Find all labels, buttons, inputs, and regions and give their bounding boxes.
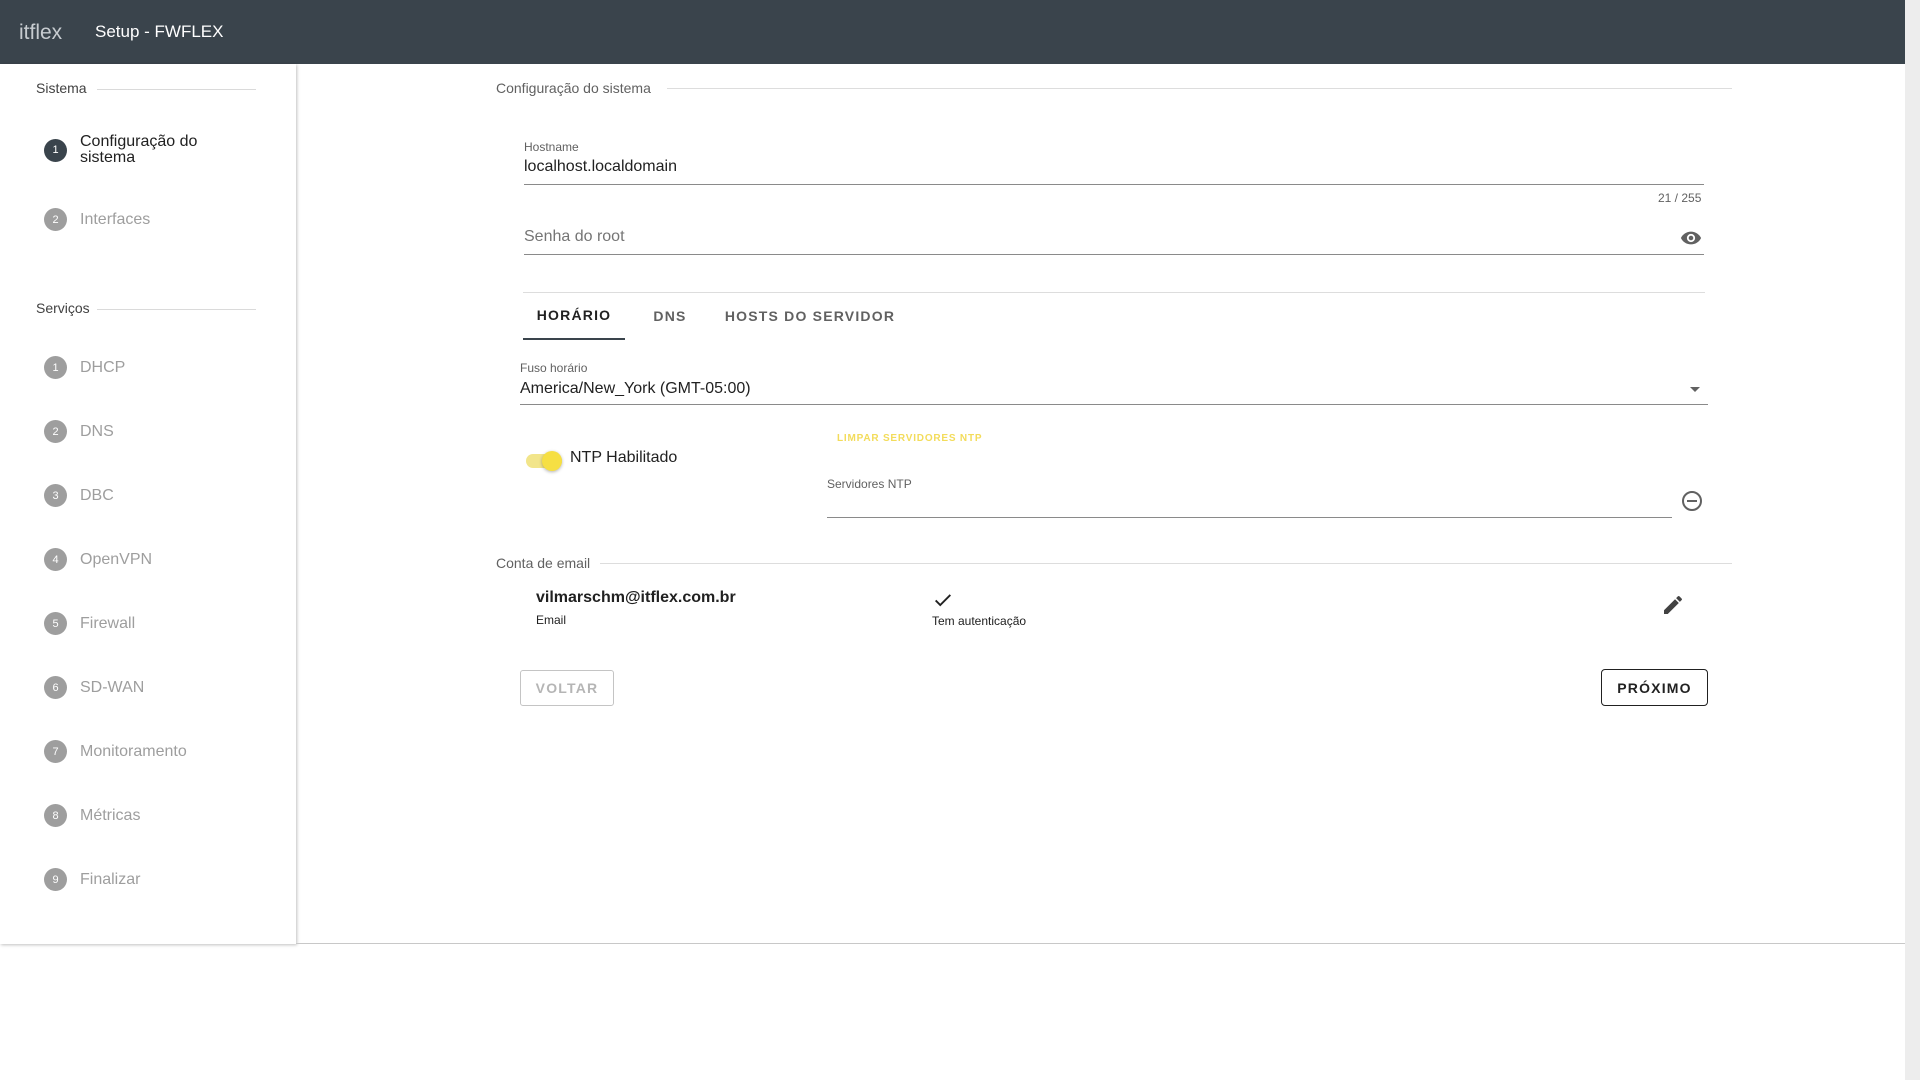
step-label: Interfaces (80, 210, 151, 228)
step-number: 3 (44, 484, 67, 507)
step-dhcp[interactable]: 1 DHCP (44, 356, 125, 379)
section-title-email: Conta de email (496, 555, 601, 571)
step-label: DHCP (80, 358, 126, 376)
toggle-thumb (542, 451, 562, 471)
step-number: 2 (44, 208, 67, 231)
section-title: Sistema (36, 80, 87, 96)
top-app-bar: itflex Setup - FWFLEX (0, 0, 1905, 64)
step-number: 2 (44, 420, 67, 443)
itflex-logo: itflex (19, 21, 63, 44)
step-openvpn[interactable]: 4 OpenVPN (44, 548, 152, 571)
section-title: Serviços (36, 300, 90, 316)
section-rule (97, 309, 256, 310)
email-address: vilmarschm@itflex.com.br (536, 589, 736, 606)
hostname-label: Hostname (524, 140, 579, 154)
auth-label: Tem autenticação (932, 614, 1027, 628)
sidebar-section-sistema: Sistema (36, 80, 256, 96)
step-label: DNS (80, 422, 114, 440)
step-number: 1 (44, 138, 67, 162)
ntp-servers-label: Servidores NTP (827, 477, 912, 491)
step-label: DBC (80, 486, 114, 504)
step-dns[interactable]: 2 DNS (44, 420, 114, 443)
root-password-underline (524, 254, 1704, 255)
step-label: Monitoramento (80, 742, 187, 760)
timezone-select[interactable]: America/New_York (GMT-05:00) (520, 380, 751, 398)
step-number: 5 (44, 612, 67, 635)
step-label: Firewall (80, 614, 136, 632)
section-rule (97, 89, 256, 90)
step-monitoramento[interactable]: 7 Monitoramento (44, 740, 187, 763)
step-label: OpenVPN (80, 550, 153, 568)
remove-circle-icon[interactable] (1680, 489, 1704, 513)
hostname-counter: 21 / 255 (1658, 191, 1702, 205)
step-dbc[interactable]: 3 DBC (44, 484, 114, 507)
ntp-toggle-label: NTP Habilitado (570, 449, 678, 466)
next-button[interactable]: PRÓXIMO (1601, 669, 1708, 706)
step-number: 4 (44, 548, 67, 571)
step-label: Finalizar (80, 870, 141, 888)
section-divider (496, 88, 1732, 89)
step-configuracao-do-sistema[interactable]: 1 Configuração do sistema (44, 134, 220, 166)
email-sub-label: Email (536, 613, 567, 627)
tab-dns[interactable]: DNS (625, 292, 715, 340)
step-firewall[interactable]: 5 Firewall (44, 612, 135, 635)
eye-icon[interactable] (1679, 227, 1703, 249)
step-finalizar[interactable]: 9 Finalizar (44, 868, 140, 891)
step-number: 7 (44, 740, 67, 763)
tab-bar: HORÁRIO DNS HOSTS DO SERVIDOR (523, 292, 905, 340)
step-number: 9 (44, 868, 67, 891)
email-section-divider (496, 563, 1732, 564)
sidebar: Sistema 1 Configuração do sistema 2 Inte… (0, 64, 296, 944)
step-label: Configuração do sistema (80, 133, 198, 166)
page-scrollbar[interactable] (1905, 0, 1920, 1080)
app-title: Setup - FWFLEX (95, 22, 224, 41)
tab-hosts-do-servidor[interactable]: HOSTS DO SERVIDOR (715, 292, 905, 340)
section-title-configuracao: Configuração do sistema (496, 80, 667, 96)
ntp-servers-underline (827, 517, 1672, 518)
sidebar-section-servicos: Serviços (36, 300, 256, 316)
step-number: 8 (44, 804, 67, 827)
step-interfaces[interactable]: 2 Interfaces (44, 208, 150, 231)
edit-pencil-icon[interactable] (1661, 593, 1685, 617)
back-button[interactable]: VOLTAR (520, 670, 614, 706)
step-metricas[interactable]: 8 Métricas (44, 804, 140, 827)
timezone-underline (520, 404, 1708, 405)
ntp-servers-input[interactable] (827, 494, 1667, 514)
step-label: SD-WAN (80, 678, 145, 696)
hostname-input[interactable]: localhost.localdomain (524, 158, 677, 176)
root-password-input[interactable]: Senha do root (524, 228, 625, 246)
svg-text:itflex: itflex (19, 21, 63, 44)
ntp-toggle[interactable] (526, 451, 566, 471)
timezone-label: Fuso horário (520, 361, 588, 375)
step-number: 6 (44, 676, 67, 699)
tab-horario[interactable]: HORÁRIO (523, 292, 625, 340)
main-bottom-border (296, 943, 1905, 944)
check-icon (935, 594, 951, 607)
clear-ntp-servers-button[interactable]: LIMPAR SERVIDORES NTP (837, 433, 982, 444)
chevron-down-icon[interactable] (1690, 387, 1700, 392)
step-sd-wan[interactable]: 6 SD-WAN (44, 676, 144, 699)
hostname-underline (524, 184, 1704, 185)
step-number: 1 (44, 356, 67, 379)
step-label: Métricas (80, 806, 141, 824)
